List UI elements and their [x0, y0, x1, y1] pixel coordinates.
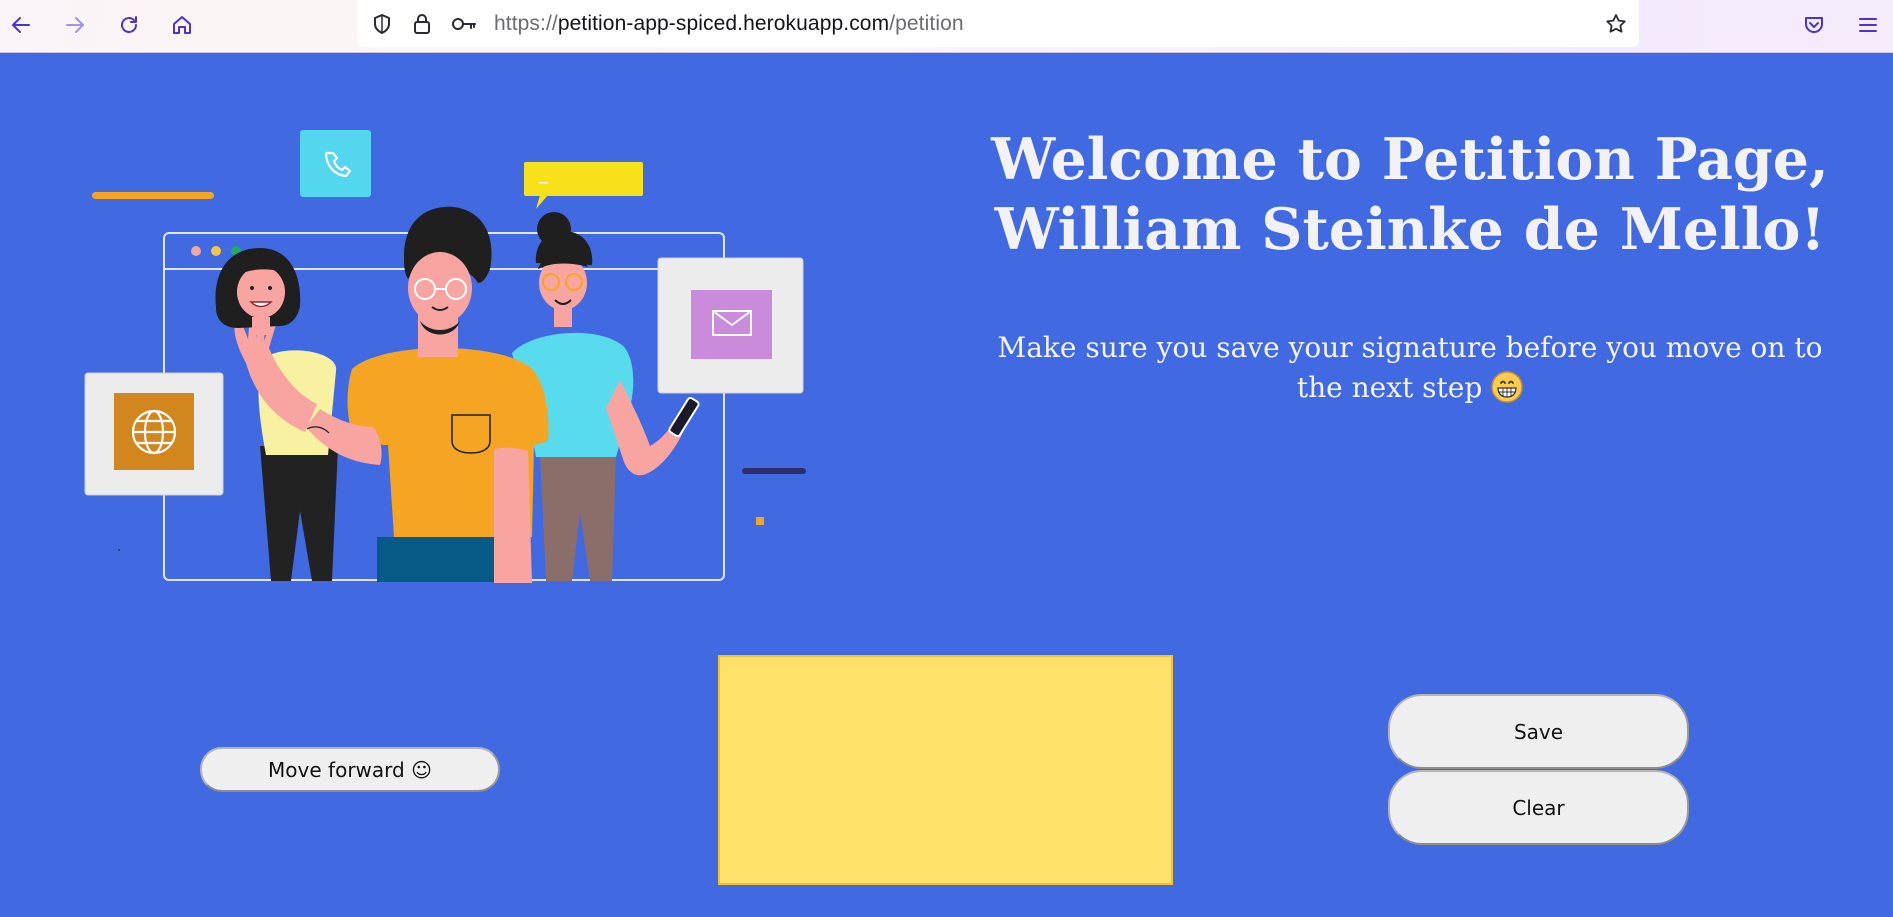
clear-button[interactable]: Clear	[1388, 770, 1689, 845]
navy-dash-decoration	[742, 468, 806, 474]
mail-tile	[657, 257, 804, 394]
url-host: petition-app-spiced.herokuapp.com	[557, 12, 890, 35]
speech-bubble	[524, 162, 643, 209]
menu-button[interactable]	[1851, 8, 1885, 42]
back-button[interactable]	[4, 8, 38, 42]
signature-canvas[interactable]	[718, 655, 1173, 885]
browser-toolbar: https://petition-app-spiced.herokuapp.co…	[0, 0, 1893, 53]
grinning-face-icon	[1491, 371, 1523, 403]
orange-dash-decoration	[92, 192, 214, 199]
pocket-icon	[1805, 17, 1823, 33]
menu-icon	[1859, 18, 1877, 32]
move-forward-button[interactable]: Move forward ☺	[200, 747, 500, 792]
bookmark-star-icon[interactable]	[1603, 11, 1629, 37]
reload-button[interactable]	[112, 8, 146, 42]
pocket-button[interactable]	[1797, 8, 1831, 42]
reload-icon	[121, 16, 137, 33]
save-button[interactable]: Save	[1388, 694, 1689, 769]
shield-icon[interactable]	[369, 11, 395, 37]
url-scheme: https://	[494, 12, 558, 35]
url-path: /petition	[889, 12, 964, 35]
key-icon[interactable]	[451, 11, 477, 37]
page-title: Welcome to Petition Page, William Steink…	[960, 125, 1860, 265]
home-icon	[173, 16, 191, 34]
home-button[interactable]	[165, 8, 199, 42]
globe-tile	[84, 372, 224, 496]
orange-dot-decoration	[756, 517, 764, 525]
url-text[interactable]: https://petition-app-spiced.herokuapp.co…	[494, 12, 964, 36]
phone-tile	[300, 130, 371, 197]
page-title-line2: William Steinke de Mello!	[994, 196, 1826, 263]
page-title-line1: Welcome to Petition Page,	[991, 126, 1829, 193]
forward-icon	[66, 17, 84, 33]
back-icon	[12, 17, 30, 33]
forward-button[interactable]	[58, 8, 92, 42]
instruction-text: Make sure you save your signature before…	[975, 328, 1845, 408]
instruction-text-body: Make sure you save your signature before…	[997, 331, 1823, 404]
man-center-figure	[306, 206, 549, 583]
lock-icon[interactable]	[409, 11, 435, 37]
url-bar[interactable]: https://petition-app-spiced.herokuapp.co…	[357, 0, 1639, 47]
team-illustration	[84, 130, 806, 583]
